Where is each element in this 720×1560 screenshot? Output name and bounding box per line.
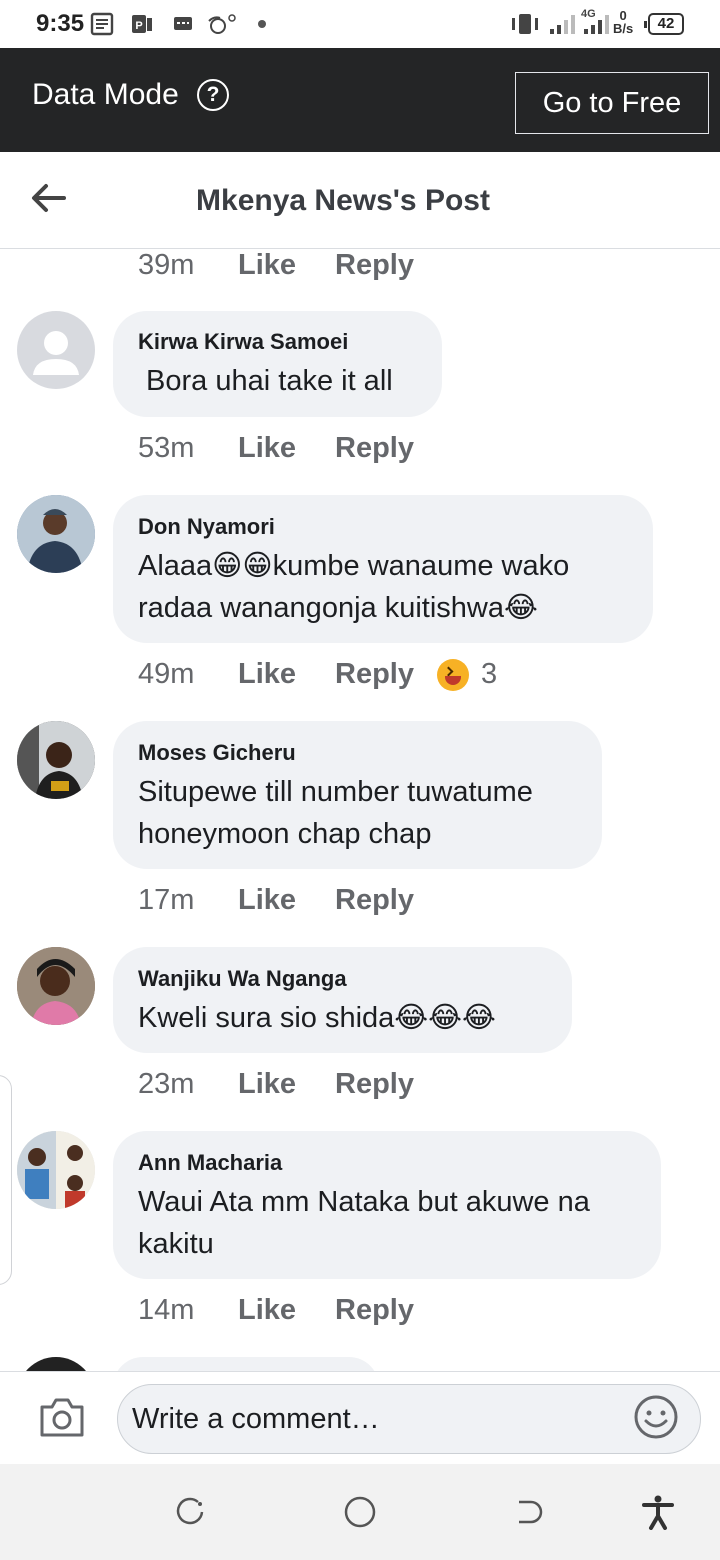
comment-meta: 14m Like Reply bbox=[138, 1294, 414, 1327]
like-button[interactable]: Like bbox=[238, 884, 335, 917]
accessibility-icon[interactable] bbox=[640, 1494, 676, 1530]
laughing-face-icon bbox=[437, 659, 469, 692]
like-button[interactable]: Like bbox=[238, 1068, 335, 1101]
like-button[interactable]: Like bbox=[238, 658, 335, 691]
like-button[interactable]: Like bbox=[238, 432, 335, 465]
post-header: Mkenya News's Post bbox=[0, 152, 720, 249]
camera-icon[interactable] bbox=[38, 1395, 86, 1439]
comment-author[interactable]: Moses Gicheru bbox=[138, 739, 576, 767]
help-icon[interactable]: ? bbox=[197, 79, 229, 111]
reaction-summary[interactable]: 3 bbox=[437, 658, 498, 692]
comment-bubble: Ann Macharia Waui Ata mm Nataka but akuw… bbox=[113, 1131, 661, 1279]
like-button[interactable]: Like bbox=[238, 249, 335, 282]
reply-button[interactable]: Reply bbox=[335, 1294, 414, 1327]
comment-text: Bora uhai take it all bbox=[138, 365, 393, 397]
reply-button[interactable]: Reply bbox=[335, 249, 414, 282]
comment-bubble: Moses Gicheru Situpewe till number tuwat… bbox=[113, 721, 602, 869]
comment-author[interactable]: Don Nyamori bbox=[138, 513, 627, 541]
status-time: 9:35 bbox=[36, 10, 85, 37]
comment-time: 23m bbox=[138, 1068, 195, 1100]
comments-list: 39m Like Reply Kirwa Kirwa Samoei Bora uha… bbox=[0, 249, 720, 1371]
comment-author[interactable]: Wanjiku Wa Nganga bbox=[138, 965, 546, 993]
signal-icon-2: 4G bbox=[581, 8, 609, 34]
page-title: Mkenya News's Post bbox=[196, 184, 490, 217]
avatar[interactable] bbox=[17, 495, 95, 573]
avatar[interactable] bbox=[17, 1357, 95, 1371]
like-button[interactable]: Like bbox=[238, 1294, 335, 1327]
home-icon[interactable] bbox=[342, 1494, 378, 1530]
system-nav-bar bbox=[0, 1464, 720, 1560]
comment-bubble: Kirwa Kirwa Samoei Bora uhai take it all bbox=[113, 311, 442, 417]
default-avatar-icon bbox=[33, 331, 79, 375]
reply-button[interactable]: Reply bbox=[335, 658, 414, 691]
comment-time: 39m bbox=[138, 249, 195, 281]
reply-button[interactable]: Reply bbox=[335, 1068, 414, 1101]
go-to-free-button[interactable]: Go to Free bbox=[515, 72, 709, 134]
news-icon bbox=[90, 12, 114, 36]
safaricom-icon bbox=[208, 14, 236, 34]
comment-input[interactable] bbox=[117, 1384, 701, 1454]
reply-button[interactable]: Reply bbox=[335, 884, 414, 917]
avatar[interactable] bbox=[17, 947, 95, 1025]
profile-photo bbox=[17, 495, 95, 573]
comment-composer bbox=[0, 1371, 720, 1464]
profile-photo bbox=[17, 721, 95, 799]
message-icon bbox=[174, 17, 192, 30]
avatar[interactable] bbox=[17, 721, 95, 799]
comment-meta: 23m Like Reply bbox=[138, 1068, 414, 1101]
status-bar: 9:35 P 4G 0 B/s 42 bbox=[0, 0, 720, 48]
svg-text:P: P bbox=[135, 20, 142, 32]
profile-photo bbox=[17, 947, 95, 1025]
comment-time: 17m bbox=[138, 884, 195, 916]
comment-meta: 49m Like Reply bbox=[138, 658, 414, 691]
comment-text: Waui Ata mm Nataka but akuwe na kakitu bbox=[138, 1186, 590, 1260]
network-type: 4G bbox=[581, 8, 596, 20]
comment-text: Situpewe till number tuwatume honeymoon … bbox=[138, 776, 533, 850]
avatar[interactable] bbox=[17, 311, 95, 389]
comment-text: Kweli sura sio shida😂😂😂 bbox=[138, 1002, 496, 1034]
app-icon: P bbox=[132, 15, 152, 33]
comment-author[interactable]: Kirwa Kirwa Samoei bbox=[138, 328, 416, 356]
vibrate-icon bbox=[512, 14, 538, 34]
dot-icon bbox=[258, 20, 266, 28]
comment-author[interactable]: Ann Macharia bbox=[138, 1149, 635, 1177]
comment-text: Alaaa😁😁kumbe wanaume wako radaa wanangon… bbox=[138, 550, 570, 624]
recent-apps-icon[interactable] bbox=[172, 1494, 208, 1530]
comment-meta: 39m Like Reply bbox=[138, 249, 414, 282]
back-nav-icon[interactable] bbox=[511, 1494, 547, 1530]
comment-time: 53m bbox=[138, 432, 195, 464]
comment-meta: 17m Like Reply bbox=[138, 884, 414, 917]
comment-bubble: Wanjiku Wa Nganga Kweli sura sio shida😂😂… bbox=[113, 947, 572, 1053]
data-mode-label: Data Mode bbox=[32, 78, 179, 111]
reply-button[interactable]: Reply bbox=[335, 432, 414, 465]
signal-icon-1 bbox=[550, 15, 575, 34]
avatar[interactable] bbox=[17, 1131, 95, 1209]
battery-indicator: 42 bbox=[644, 13, 684, 35]
comment-meta: 53m Like Reply bbox=[138, 432, 414, 465]
reaction-count: 3 bbox=[481, 658, 498, 690]
comment-bubble bbox=[113, 1357, 379, 1371]
data-mode-bar: Data Mode ? Go to Free bbox=[0, 48, 720, 152]
side-tab[interactable] bbox=[0, 1075, 12, 1285]
profile-photo bbox=[17, 1131, 95, 1209]
comment-time: 49m bbox=[138, 658, 195, 690]
network-speed: 0 B/s bbox=[613, 8, 634, 36]
comment-bubble: Don Nyamori Alaaa😁😁kumbe wanaume wako ra… bbox=[113, 495, 653, 643]
comment-time: 14m bbox=[138, 1294, 195, 1326]
smile-icon[interactable] bbox=[633, 1394, 679, 1440]
